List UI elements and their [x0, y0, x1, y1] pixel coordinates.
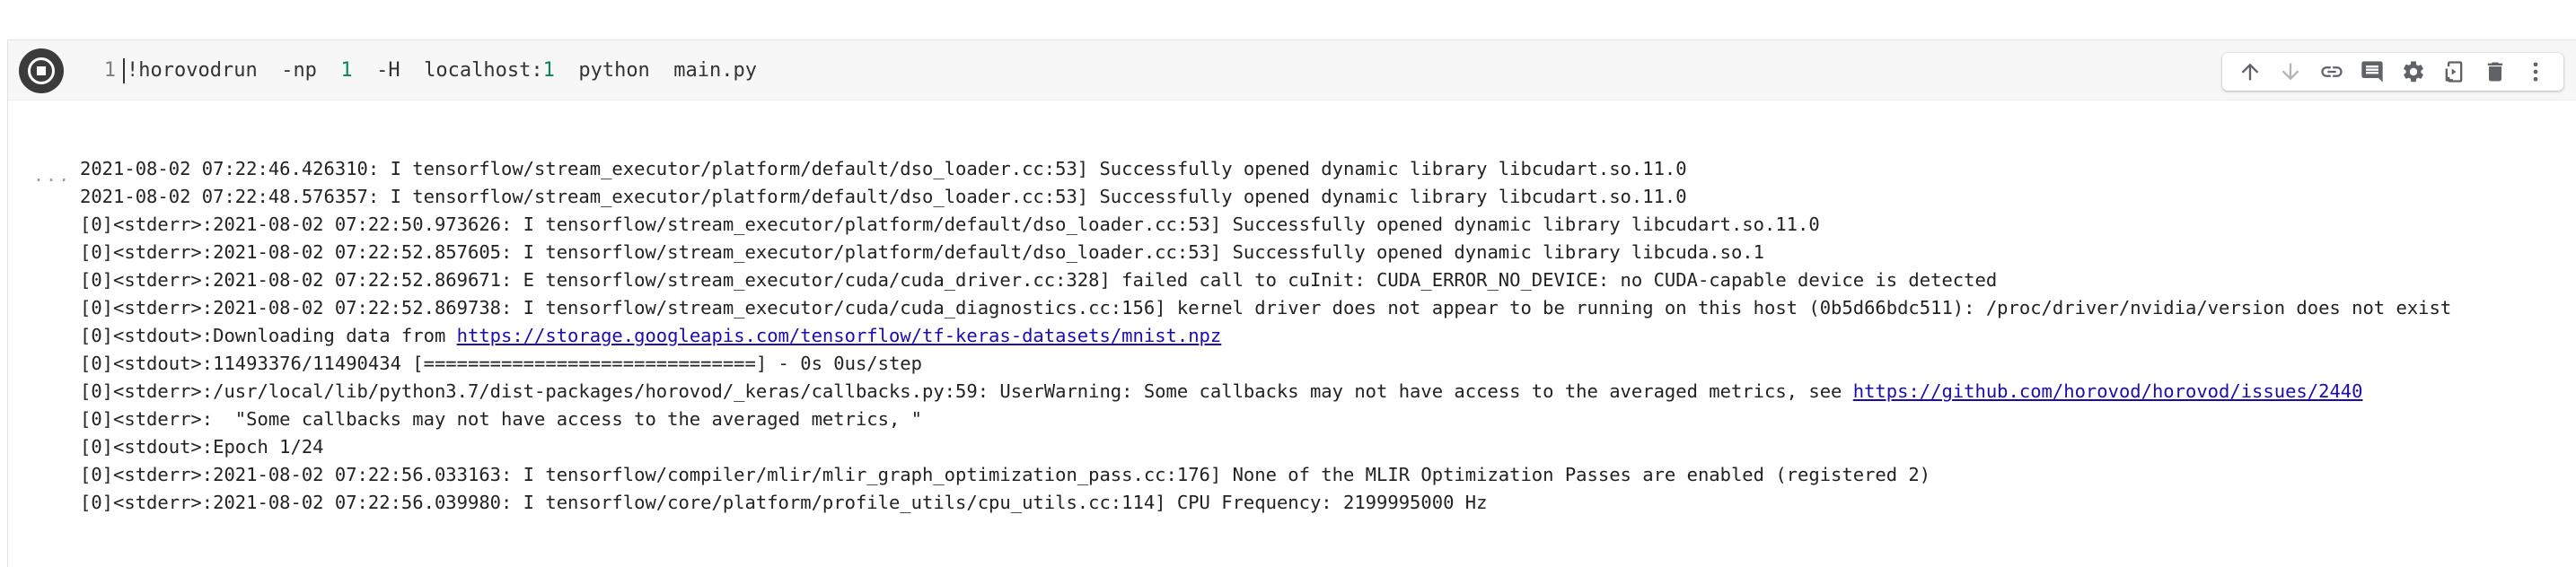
gear-icon — [2403, 61, 2423, 83]
output-line: [0]<stderr>:2021-08-02 07:22:52.869738: … — [80, 294, 2451, 322]
more-vert-button[interactable] — [2518, 54, 2554, 90]
output-line-text: 2021-08-02 07:22:48.576357: I tensorflow… — [80, 186, 1687, 207]
output-line: [0]<stderr>:/usr/local/lib/python3.7/dis… — [80, 378, 2451, 406]
output-link[interactable]: https://storage.googleapis.com/tensorflo… — [457, 325, 1222, 346]
output-line: [0]<stderr>: "Some callbacks may not hav… — [80, 406, 2451, 433]
output-line: 2021-08-02 07:22:48.576357: I tensorflow… — [80, 183, 2451, 211]
comment-icon — [2361, 61, 2383, 83]
code-editor[interactable]: 1 !horovodrun -np 1 -H localhost:1 pytho… — [8, 40, 2576, 100]
code-token: !horovodrun — [127, 59, 258, 82]
output-line-text: [0]<stderr>:2021-08-02 07:22:52.857605: … — [80, 241, 1764, 263]
mirror-cell-button[interactable] — [2436, 54, 2472, 90]
mirror-cell-icon — [2445, 61, 2463, 83]
code-line[interactable]: !horovodrun -np 1 -H localhost:1 python … — [123, 58, 757, 83]
comment-button[interactable] — [2354, 54, 2390, 90]
output-line: [0]<stderr>:2021-08-02 07:22:52.869671: … — [80, 266, 2451, 294]
more-vert-icon — [2533, 62, 2538, 82]
link-icon — [2321, 66, 2343, 77]
code-token: 1 — [542, 59, 555, 82]
output-text: 2021-08-02 07:22:46.426310: I tensorflow… — [80, 155, 2451, 517]
output-line-text: [0]<stderr>:2021-08-02 07:22:52.869738: … — [80, 297, 2452, 318]
cell-toolbar — [2222, 53, 2563, 91]
output-line-text: [0]<stderr>: "Some callbacks may not hav… — [80, 408, 922, 430]
output-line: [0]<stderr>:2021-08-02 07:22:52.857605: … — [80, 239, 2451, 266]
output-line-text: [0]<stderr>:2021-08-02 07:22:56.039980: … — [80, 492, 1488, 513]
cell-output: ... 2021-08-02 07:22:46.426310: I tensor… — [8, 109, 2576, 567]
arrow-down-icon — [2281, 63, 2299, 81]
output-line-text: [0]<stdout>:Downloading data from — [80, 325, 457, 346]
output-line: 2021-08-02 07:22:46.426310: I tensorflow… — [80, 155, 2451, 183]
output-line-text: [0]<stderr>:2021-08-02 07:22:52.869671: … — [80, 269, 1998, 291]
output-link[interactable]: https://github.com/horovod/horovod/issue… — [1853, 380, 2363, 402]
output-line: [0]<stdout>:Epoch 1/24 — [80, 433, 2451, 461]
stop-execution-button[interactable] — [19, 48, 64, 93]
trash-button[interactable] — [2477, 54, 2513, 90]
output-line: [0]<stdout>:Downloading data from https:… — [80, 322, 2451, 350]
line-number: 1 — [103, 59, 116, 82]
output-line-text: [0]<stderr>:2021-08-02 07:22:50.973626: … — [80, 214, 1820, 235]
stop-icon — [28, 57, 55, 84]
code-token: -np — [257, 59, 341, 82]
output-line: [0]<stderr>:2021-08-02 07:22:50.973626: … — [80, 211, 2451, 239]
output-line-text: [0]<stdout>:Epoch 1/24 — [80, 436, 324, 458]
link-button[interactable] — [2314, 54, 2350, 90]
output-line: [0]<stderr>:2021-08-02 07:22:56.039980: … — [80, 489, 2451, 517]
arrow-down-button[interactable] — [2273, 54, 2308, 90]
code-token: 1 — [340, 59, 353, 82]
code-token: python main.py — [554, 59, 758, 82]
output-line-text: [0]<stdout>:11493376/11490434 [=========… — [80, 353, 922, 374]
arrow-up-icon — [2241, 63, 2259, 81]
output-line: [0]<stdout>:11493376/11490434 [=========… — [80, 350, 2451, 378]
output-line-text: [0]<stderr>:2021-08-02 07:22:56.033163: … — [80, 464, 1931, 485]
output-line: [0]<stderr>:2021-08-02 07:22:56.033163: … — [80, 461, 2451, 489]
output-line-text: [0]<stderr>:/usr/local/lib/python3.7/dis… — [80, 380, 1853, 402]
code-cell[interactable]: 1 !horovodrun -np 1 -H localhost:1 pytho… — [7, 39, 2576, 567]
stop-icon-square — [37, 66, 46, 75]
gear-button[interactable] — [2396, 54, 2431, 90]
arrow-up-button[interactable] — [2232, 54, 2268, 90]
output-menu-dots[interactable]: ... — [33, 164, 71, 186]
output-line-text: 2021-08-02 07:22:46.426310: I tensorflow… — [80, 158, 1687, 179]
trash-icon — [2487, 62, 2502, 82]
code-token: -H localhost: — [352, 59, 543, 82]
